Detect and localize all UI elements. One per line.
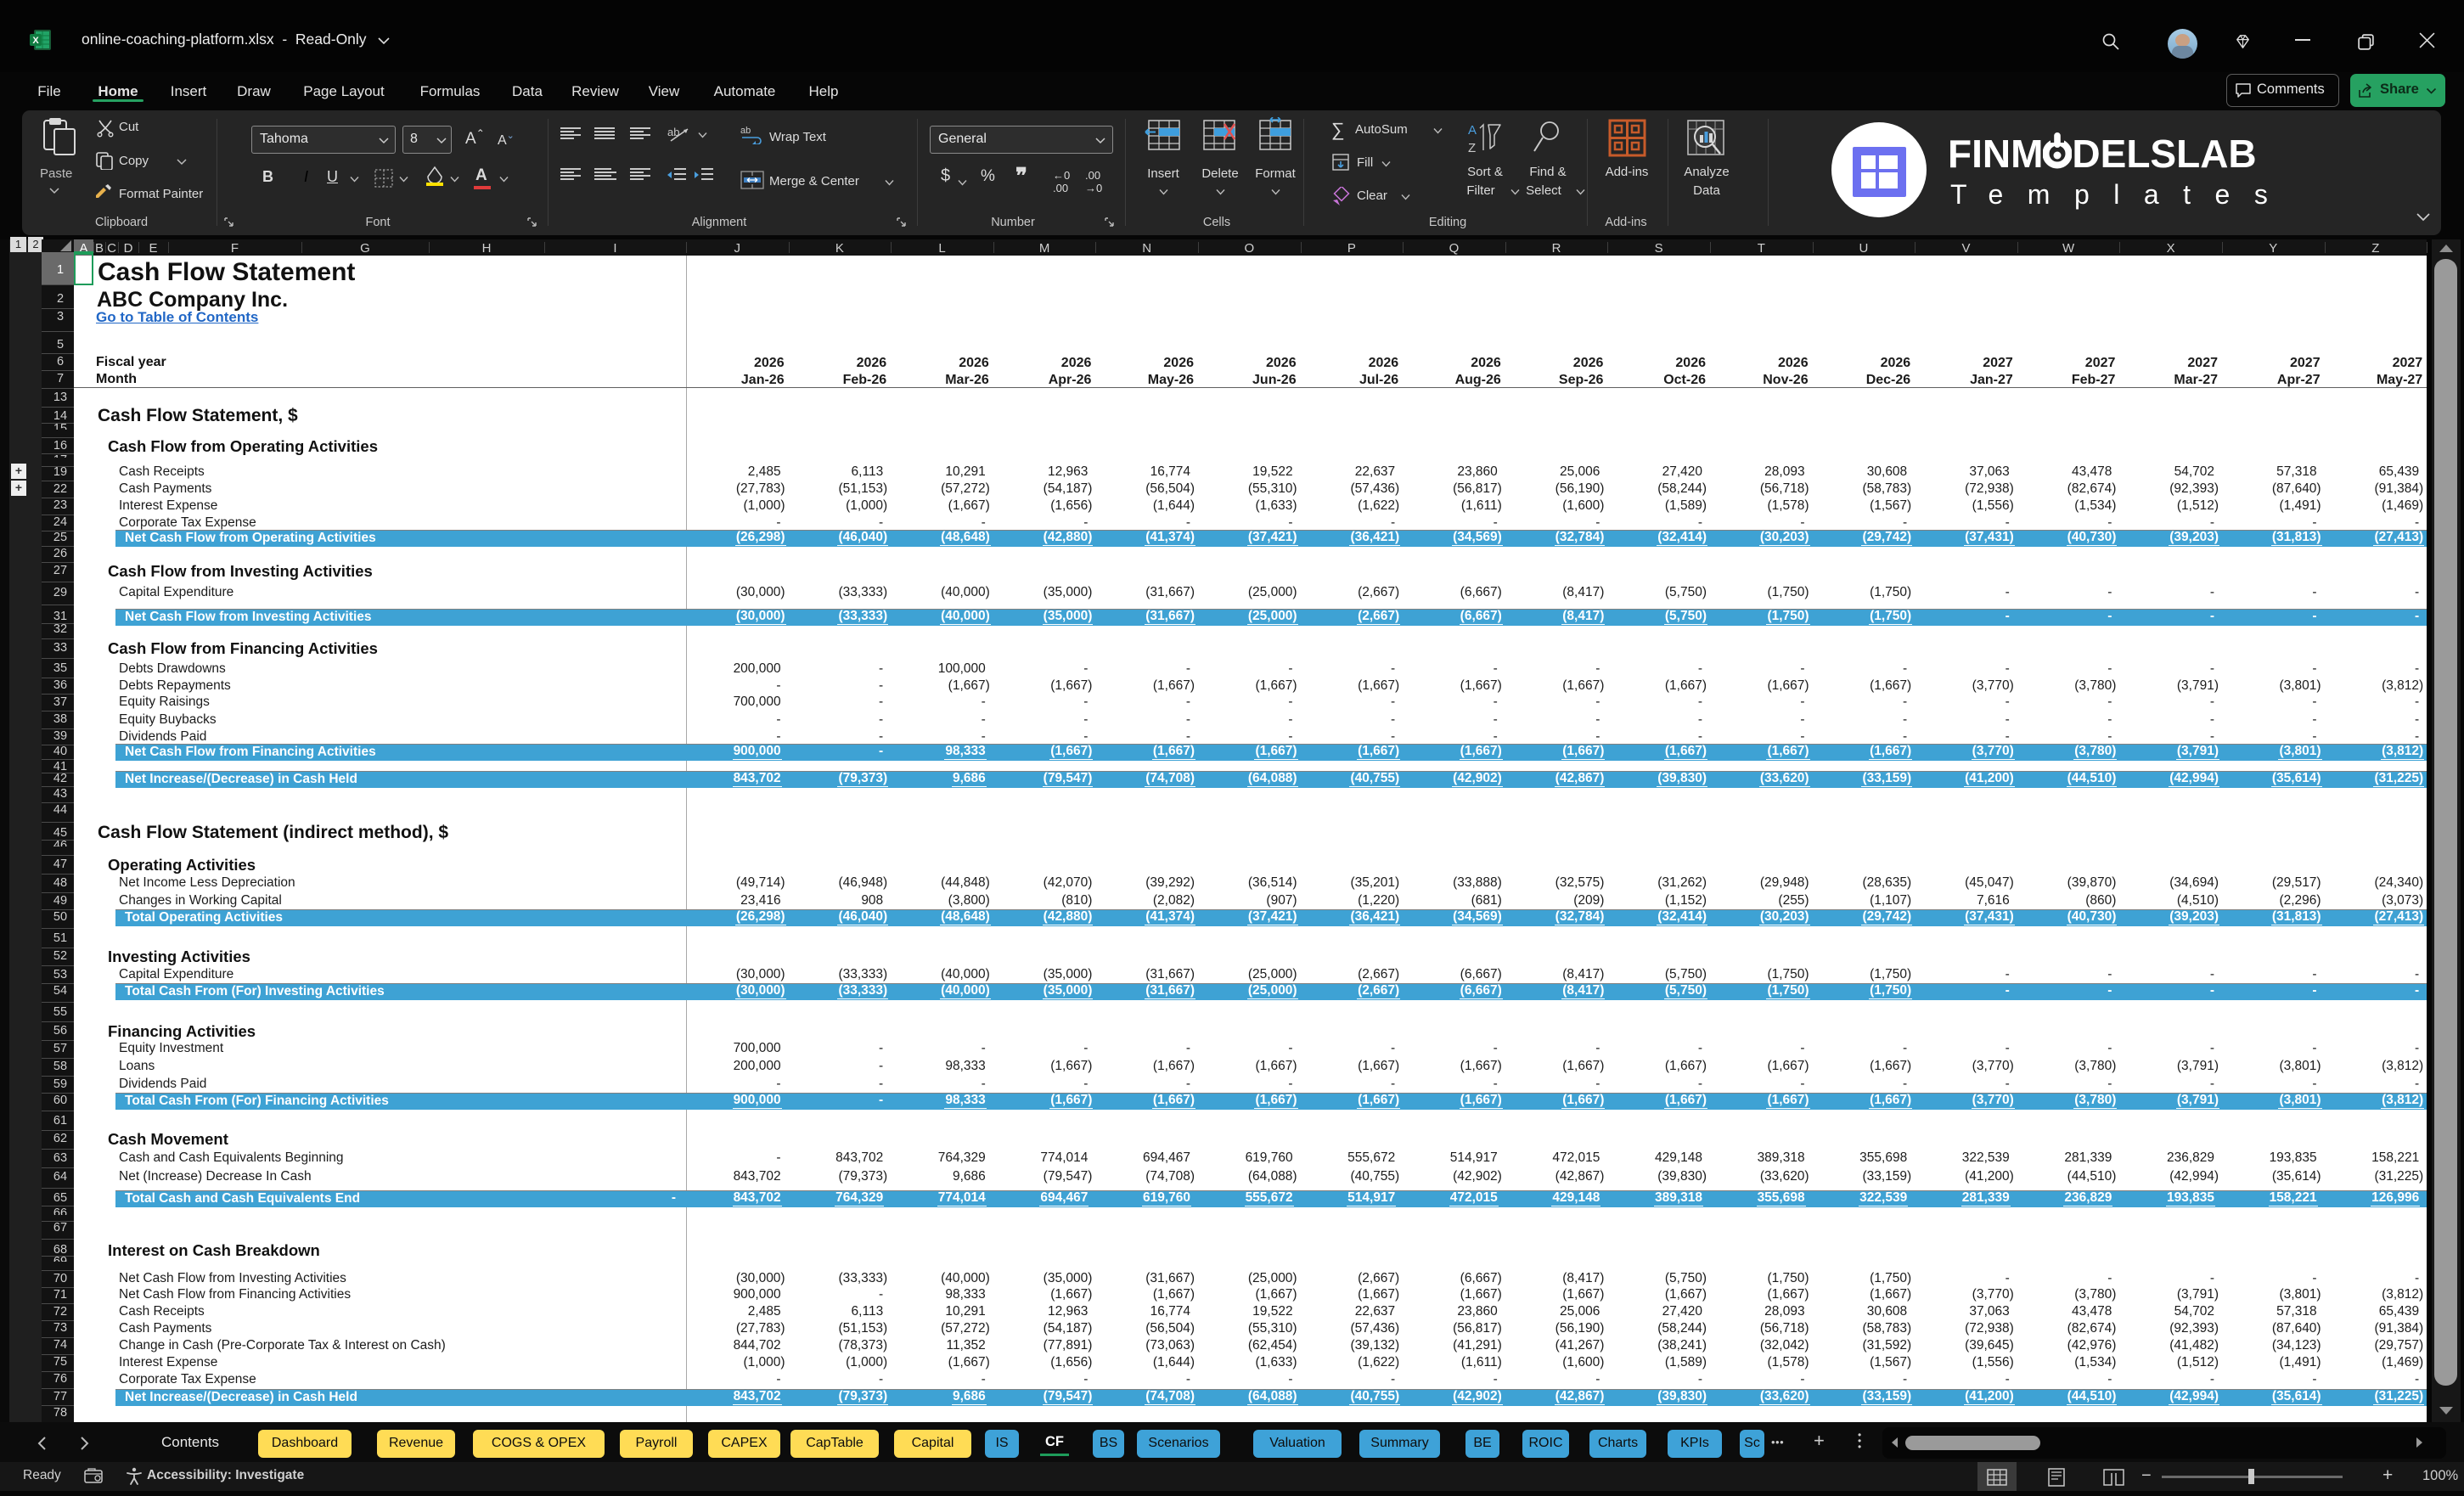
- svg-text:X: X: [32, 36, 39, 46]
- svg-text:A: A: [1468, 123, 1477, 138]
- svg-text:ab: ab: [740, 126, 751, 136]
- svg-text:Z: Z: [1468, 141, 1476, 155]
